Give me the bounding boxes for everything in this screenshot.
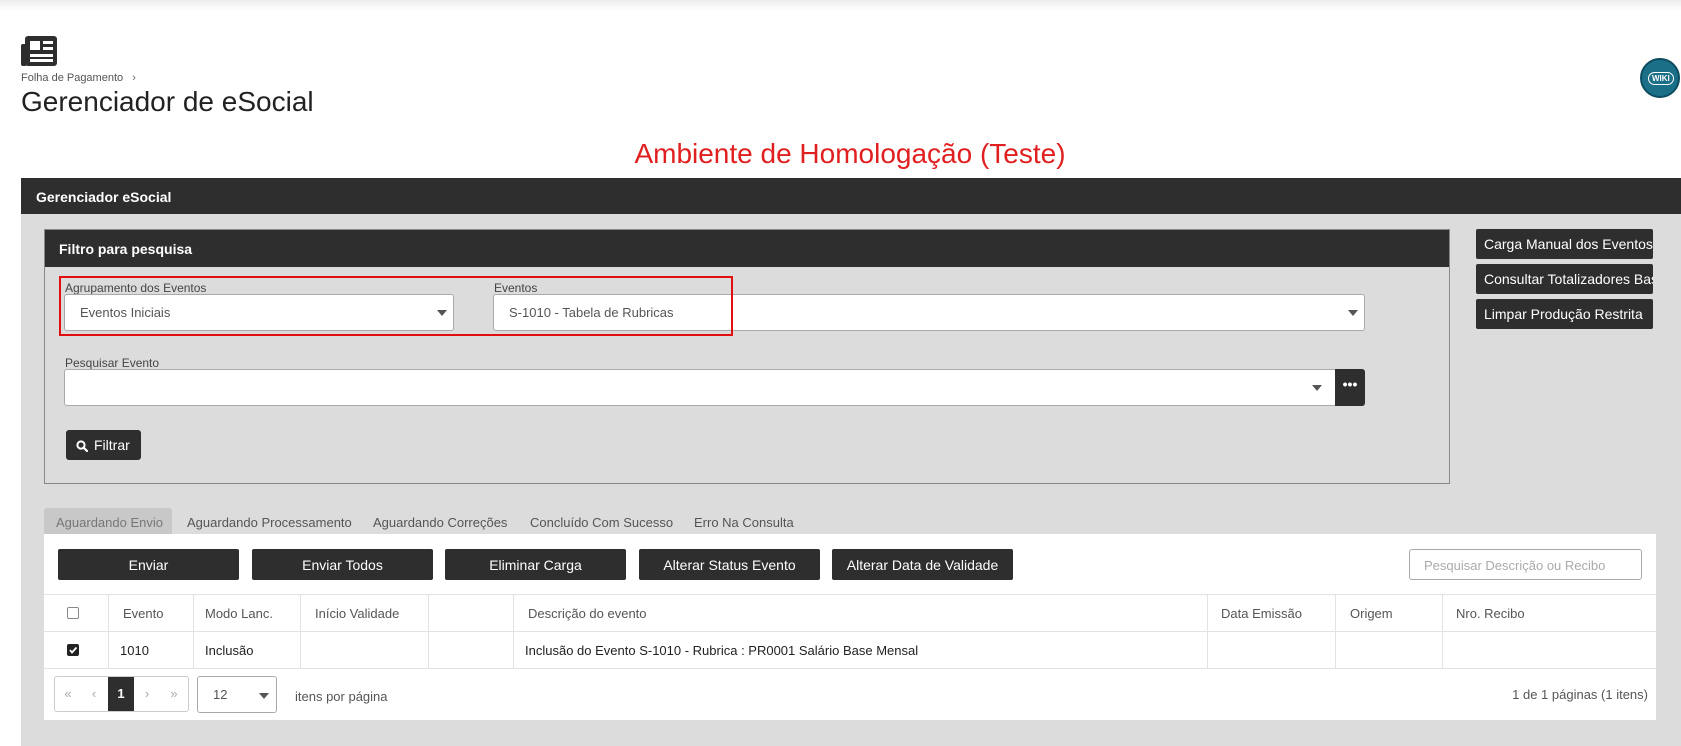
search-description-input[interactable]: Pesquisar Descrição ou Recibo: [1409, 549, 1642, 580]
table-border: [1442, 594, 1443, 668]
col-nro-recibo[interactable]: Nro. Recibo: [1456, 606, 1525, 621]
table-border: [44, 668, 1656, 669]
check-icon: [69, 646, 78, 654]
wiki-button[interactable]: WIKI: [1640, 58, 1680, 98]
filter-button[interactable]: Filtrar: [66, 430, 141, 460]
search-event-select[interactable]: •••: [64, 369, 1365, 406]
col-descricao[interactable]: Descrição do evento: [528, 606, 647, 621]
chevron-down-icon: [1348, 310, 1358, 316]
search-icon: [76, 440, 89, 453]
change-validity-button[interactable]: Alterar Data de Validade: [832, 549, 1013, 580]
table-border: [513, 594, 514, 668]
cell-evento: 1010: [120, 643, 149, 658]
prev-page-button[interactable]: ‹: [81, 677, 107, 711]
environment-banner: Ambiente de Homologação (Teste): [634, 138, 1066, 169]
row-checkbox[interactable]: [67, 644, 79, 656]
more-options-button[interactable]: •••: [1335, 369, 1365, 406]
panel-header: Gerenciador eSocial: [21, 178, 1681, 214]
per-page-select[interactable]: 12: [197, 676, 277, 713]
cell-modo: Inclusão: [205, 643, 254, 658]
send-all-button[interactable]: Enviar Todos: [252, 549, 433, 580]
table-border: [44, 594, 1656, 595]
table-border: [1335, 594, 1336, 668]
breadcrumb-separator: ›: [132, 72, 136, 84]
table-border: [193, 594, 194, 668]
filter-header: Filtro para pesquisa: [45, 230, 1449, 267]
cell-descricao: Inclusão do Evento S-1010 - Rubrica : PR…: [525, 643, 919, 658]
table-border: [44, 631, 1656, 632]
breadcrumb-folha-link[interactable]: Folha de Pagamento: [21, 72, 123, 84]
consult-totals-button[interactable]: Consultar Totalizadores Base: [1476, 264, 1653, 294]
pagination: « ‹ 1 › »: [54, 676, 189, 712]
search-event-label: Pesquisar Evento: [65, 356, 160, 370]
tab-aguardando-processamento[interactable]: Aguardando Processamento: [187, 508, 352, 534]
table-border: [300, 594, 301, 668]
current-page-button[interactable]: 1: [108, 677, 134, 711]
top-shadow: [0, 0, 1681, 10]
last-page-button[interactable]: »: [161, 677, 187, 711]
manual-load-button[interactable]: Carga Manual dos Eventos: [1476, 229, 1653, 259]
tab-aguardando-envio[interactable]: Aguardando Envio: [44, 508, 172, 534]
page-title: Gerenciador de eSocial: [21, 86, 314, 117]
table-border: [108, 594, 109, 668]
newspaper-icon: [21, 36, 57, 68]
first-page-button[interactable]: «: [55, 677, 81, 711]
highlight-box: [59, 276, 733, 336]
per-page-value: 12: [213, 687, 228, 702]
tab-concluido-sucesso[interactable]: Concluído Com Sucesso: [530, 508, 673, 534]
wiki-label: WIKI: [1648, 72, 1674, 85]
next-page-button[interactable]: ›: [134, 677, 160, 711]
tab-aguardando-correcoes[interactable]: Aguardando Correções: [373, 508, 507, 534]
breadcrumb: Folha de Pagamento ›: [21, 72, 136, 84]
select-all-checkbox[interactable]: [67, 607, 79, 619]
filter-box: Filtro para pesquisa: [44, 229, 1450, 484]
col-data-emissao[interactable]: Data Emissão: [1221, 606, 1302, 621]
col-evento[interactable]: Evento: [123, 606, 163, 621]
col-origem[interactable]: Origem: [1350, 606, 1393, 621]
col-inicio-validade[interactable]: Início Validade: [315, 606, 399, 621]
tab-erro-consulta[interactable]: Erro Na Consulta: [694, 508, 794, 534]
col-modo-lanc[interactable]: Modo Lanc.: [205, 606, 273, 621]
filter-button-label: Filtrar: [94, 437, 130, 453]
delete-load-button[interactable]: Eliminar Carga: [445, 549, 626, 580]
table-border: [1207, 594, 1208, 668]
table-border: [428, 594, 429, 668]
page-info: 1 de 1 páginas (1 itens): [1512, 687, 1648, 702]
change-status-button[interactable]: Alterar Status Evento: [639, 549, 820, 580]
clear-restricted-button[interactable]: Limpar Produção Restrita: [1476, 299, 1653, 329]
chevron-down-icon: [1312, 385, 1322, 391]
per-page-label: itens por página: [295, 689, 388, 704]
send-button[interactable]: Enviar: [58, 549, 239, 580]
chevron-down-icon: [259, 693, 269, 699]
